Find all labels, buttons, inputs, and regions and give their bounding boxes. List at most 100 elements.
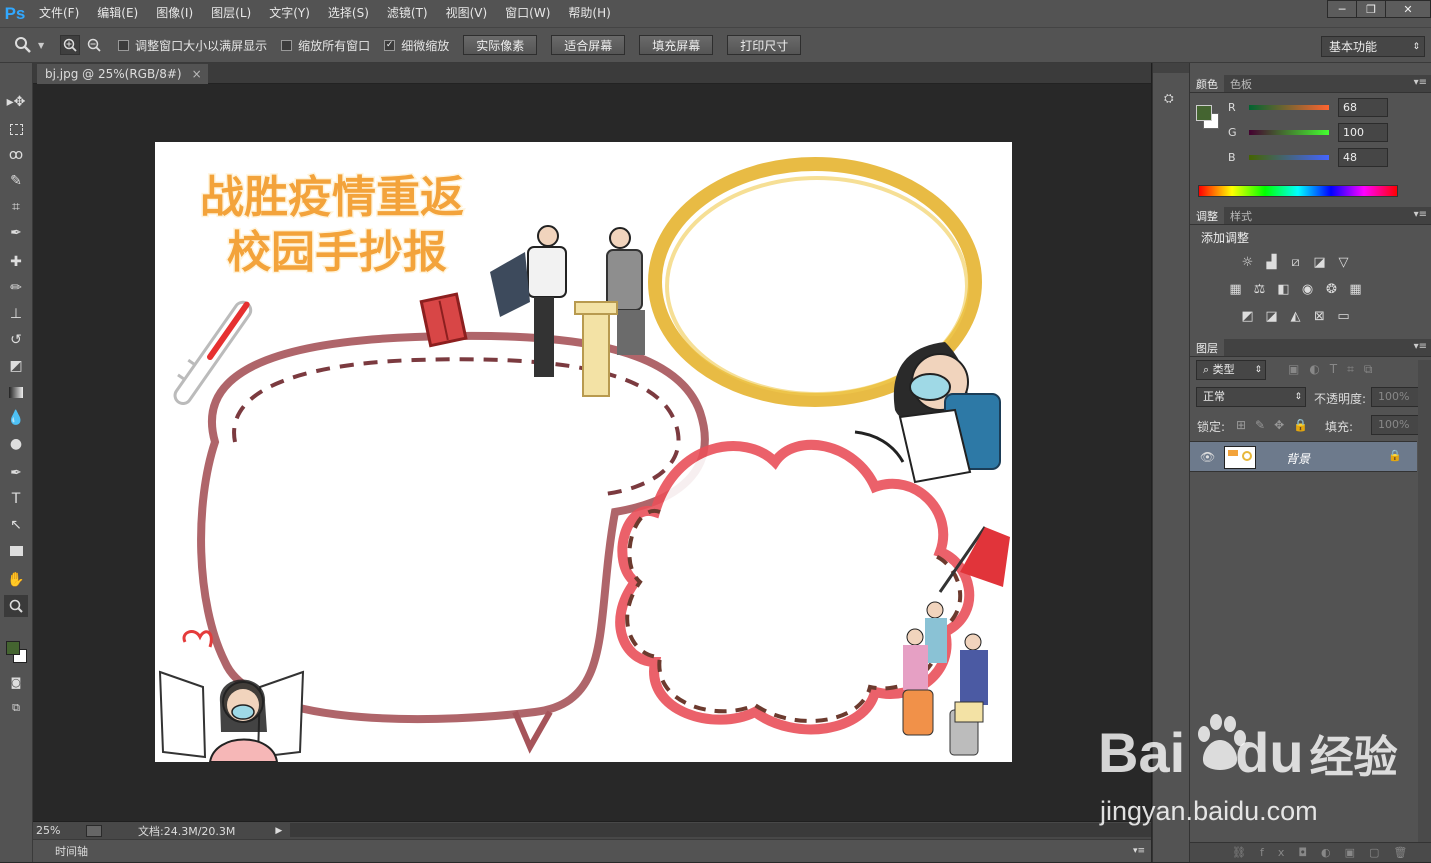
screen-mode-icon[interactable]: ⧉ (4, 697, 28, 719)
green-slider[interactable]: G 100 (1228, 123, 1388, 142)
hue-saturation-icon[interactable]: ▦ (1227, 281, 1244, 298)
panel-menu-icon[interactable]: ▾≡ (1414, 77, 1427, 88)
color-balance-icon[interactable]: ⚖ (1251, 281, 1268, 298)
menu-view[interactable]: 视图(V) (437, 0, 497, 27)
eraser-tool-icon[interactable]: ◩ (4, 355, 28, 377)
resize-windows-checkbox[interactable]: 调整窗口大小以满屏显示 (118, 37, 267, 54)
history-brush-icon[interactable]: ↺ (4, 329, 28, 351)
green-value-field[interactable]: 100 (1338, 123, 1388, 142)
fit-screen-button[interactable]: 适合屏幕 (551, 35, 626, 55)
layer-row-background[interactable]: 👁 背景 🔒 (1190, 441, 1417, 472)
menu-help[interactable]: 帮助(H) (559, 0, 619, 27)
close-button[interactable]: ✕ (1385, 0, 1431, 18)
fg-color-swatch[interactable] (1196, 105, 1212, 121)
status-info-icon[interactable] (86, 824, 102, 837)
tab-styles[interactable]: 样式 (1224, 207, 1258, 224)
zoom-out-button[interactable] (84, 35, 104, 55)
zoom-tool-preset[interactable]: ▼ (14, 36, 44, 54)
red-track[interactable] (1249, 105, 1329, 110)
marquee-tool-icon[interactable] (4, 118, 28, 140)
print-size-button[interactable]: 打印尺寸 (727, 35, 802, 55)
document-canvas-image[interactable]: 战胜疫情重返 校园手抄报 (155, 142, 1012, 762)
scrubby-zoom-checkbox[interactable]: ✓ 细微缩放 (384, 37, 449, 54)
actual-pixels-button[interactable]: 实际像素 (463, 35, 538, 55)
invert-icon[interactable]: ◩ (1239, 308, 1256, 325)
move-tool-icon[interactable]: ▸✥ (4, 91, 28, 113)
lasso-tool-icon[interactable]: ꝏ (4, 144, 28, 166)
workspace-select[interactable]: 基本功能 ⇕ (1321, 36, 1425, 57)
menu-image[interactable]: 图像(I) (147, 0, 202, 27)
eye-icon[interactable]: 👁 (1200, 450, 1215, 464)
quick-mask-icon[interactable]: ◙ (4, 671, 28, 693)
clone-stamp-icon[interactable]: ⊥ (4, 303, 28, 325)
pen-tool-icon[interactable]: ✒ (4, 462, 28, 484)
zoom-tool-icon[interactable] (4, 595, 28, 617)
lock-icons[interactable]: ⊞✎✥🔒 (1236, 418, 1317, 432)
status-arrow-icon[interactable]: ▶ (275, 826, 282, 836)
layer-filter-select[interactable]: ⌕ 类型 ⇕ (1196, 360, 1266, 380)
crop-tool-icon[interactable]: ⌗ (4, 196, 28, 218)
dodge-tool-icon[interactable]: ● (4, 433, 28, 455)
gradient-tool-icon[interactable] (4, 381, 28, 403)
panel-menu-icon[interactable]: ▾≡ (1133, 846, 1145, 856)
tab-swatches[interactable]: 色板 (1224, 75, 1258, 92)
menu-filter[interactable]: 滤镜(T) (378, 0, 437, 27)
curves-icon[interactable]: ⧄ (1287, 254, 1304, 271)
blue-track[interactable] (1249, 155, 1329, 160)
minimize-button[interactable]: ─ (1327, 0, 1357, 18)
brush-tool-icon[interactable]: ✏ (4, 277, 28, 299)
levels-icon[interactable]: ▟ (1263, 254, 1280, 271)
red-slider[interactable]: R 68 (1228, 98, 1388, 117)
channel-mixer-icon[interactable]: ❂ (1323, 281, 1340, 298)
layer-filter-icons[interactable]: ▣◐T⌗⧉ (1288, 362, 1382, 377)
tab-color[interactable]: 颜色 (1190, 75, 1224, 92)
brightness-icon[interactable]: ☼ (1239, 254, 1256, 271)
healing-brush-icon[interactable]: ✚ (4, 251, 28, 273)
threshold-icon[interactable]: ◭ (1287, 308, 1304, 325)
tab-layers[interactable]: 图层 (1190, 339, 1224, 356)
document-tab[interactable]: bj.jpg @ 25%(RGB/8#) × (37, 64, 208, 84)
foreground-color-swatch[interactable] (6, 641, 20, 655)
panel-menu-icon[interactable]: ▾≡ (1414, 341, 1427, 352)
posterize-icon[interactable]: ◪ (1263, 308, 1280, 325)
zoom-in-button[interactable] (60, 35, 81, 55)
layers-footer-icons[interactable]: ⛓fx◘◐▣▢🗑 (1190, 842, 1431, 862)
exposure-icon[interactable]: ◪ (1311, 254, 1328, 271)
zoom-all-windows-checkbox[interactable]: 缩放所有窗口 (281, 37, 370, 54)
blur-tool-icon[interactable]: 💧 (4, 407, 28, 429)
tab-adjustments[interactable]: 调整 (1190, 207, 1224, 224)
selective-color-icon[interactable]: ⊠ (1311, 308, 1328, 325)
layers-scrollbar[interactable] (1418, 360, 1431, 842)
blue-slider[interactable]: B 48 (1228, 148, 1388, 167)
black-white-icon[interactable]: ◧ (1275, 281, 1292, 298)
eyedropper-tool-icon[interactable]: ✒ (4, 222, 28, 244)
fill-screen-button[interactable]: 填充屏幕 (639, 35, 714, 55)
color-lookup-icon[interactable]: ▦ (1347, 281, 1364, 298)
fill-field[interactable]: 100% (1371, 415, 1419, 435)
menu-type[interactable]: 文字(Y) (260, 0, 319, 27)
close-tab-icon[interactable]: × (192, 67, 202, 81)
red-value-field[interactable]: 68 (1338, 98, 1388, 117)
vibrance-icon[interactable]: ▽ (1335, 254, 1352, 271)
path-select-icon[interactable]: ↖ (4, 514, 28, 536)
green-track[interactable] (1249, 130, 1329, 135)
gradient-map-icon[interactable]: ▭ (1335, 308, 1352, 325)
menu-file[interactable]: 文件(F) (30, 0, 88, 27)
photo-filter-icon[interactable]: ◉ (1299, 281, 1316, 298)
quick-select-tool-icon[interactable]: ✎ (4, 170, 28, 192)
restore-button[interactable]: ❐ (1356, 0, 1386, 18)
menu-layer[interactable]: 图层(L) (202, 0, 260, 27)
horizontal-scrollbar[interactable] (290, 823, 1151, 837)
blue-value-field[interactable]: 48 (1338, 148, 1388, 167)
panel-menu-icon[interactable]: ▾≡ (1414, 209, 1427, 220)
hand-tool-icon[interactable]: ✋ (4, 569, 28, 591)
shape-tool-icon[interactable] (4, 540, 28, 562)
menu-edit[interactable]: 编辑(E) (88, 0, 147, 27)
layer-name[interactable]: 背景 (1286, 450, 1310, 467)
history-panel-icon[interactable]: ⛭ (1164, 91, 1180, 107)
menu-window[interactable]: 窗口(W) (496, 0, 559, 27)
menu-select[interactable]: 选择(S) (319, 0, 378, 27)
timeline-label[interactable]: 时间轴 (55, 843, 88, 859)
blend-mode-select[interactable]: 正常 ⇕ (1196, 387, 1306, 407)
color-spectrum-ramp[interactable] (1198, 185, 1398, 197)
